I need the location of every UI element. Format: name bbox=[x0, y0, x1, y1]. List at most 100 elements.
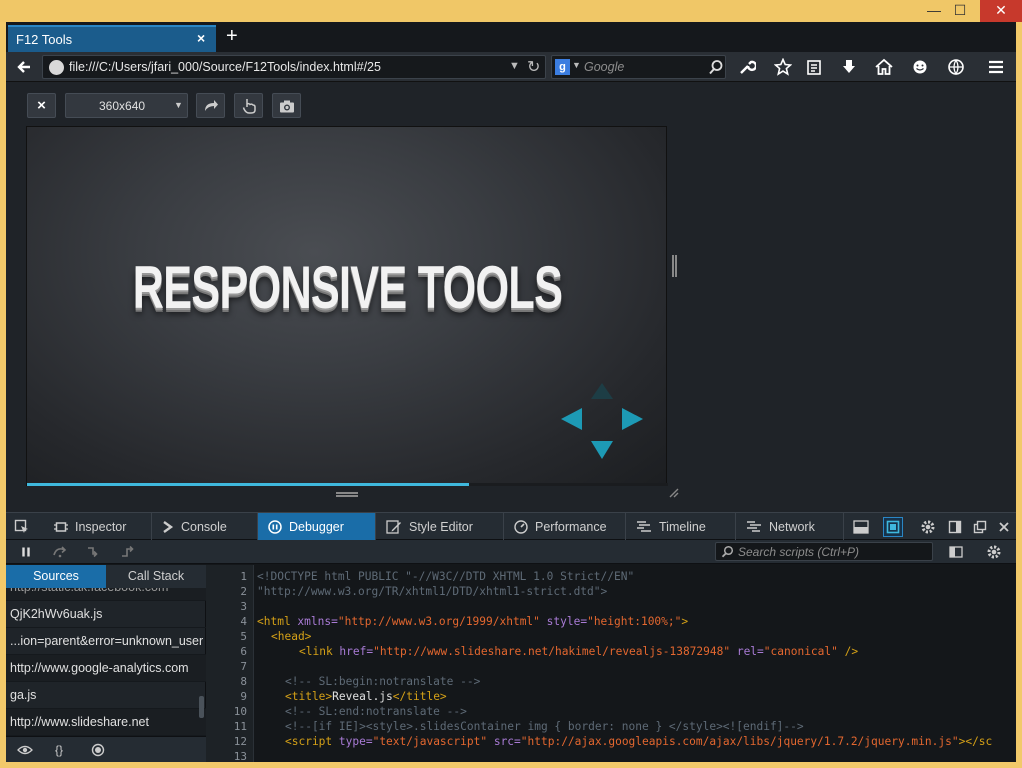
close-window-button[interactable]: ✕ bbox=[980, 0, 1022, 22]
tab-debugger-label: Debugger bbox=[289, 519, 344, 534]
rotate-icon bbox=[204, 99, 218, 111]
viewport-resize-height-handle[interactable] bbox=[336, 492, 358, 497]
tab-debugger[interactable]: Debugger bbox=[258, 513, 376, 540]
nav-down-arrow-icon[interactable] bbox=[591, 441, 613, 459]
screenshot-button[interactable] bbox=[272, 93, 301, 118]
settings-gear-icon[interactable] bbox=[918, 517, 938, 537]
dock-side-icon[interactable] bbox=[945, 517, 965, 537]
developer-globe-icon[interactable] bbox=[945, 57, 967, 77]
source-file[interactable]: QjK2hWv6uak.js bbox=[6, 601, 206, 628]
url-history-dropdown-icon[interactable]: ▼ bbox=[509, 60, 520, 72]
tab-style-editor-label: Style Editor bbox=[409, 519, 473, 534]
window-titlebar: — ☐ ✕ bbox=[0, 0, 1022, 22]
slide-title: RESPONSIVE TOOLS bbox=[132, 254, 563, 321]
step-in-button[interactable] bbox=[83, 543, 105, 561]
code-line: <!-- SL:begin:notranslate --> bbox=[285, 675, 481, 688]
sources-pane: Sources Call Stack http://static.ak.face… bbox=[6, 565, 206, 762]
menu-hamburger-icon[interactable] bbox=[985, 57, 1007, 77]
home-icon[interactable] bbox=[873, 57, 895, 77]
line-number: 6 bbox=[240, 645, 247, 658]
source-group[interactable]: http://www.google-analytics.com bbox=[6, 655, 206, 682]
reload-icon[interactable]: ↻ bbox=[527, 57, 540, 77]
search-engine-icon[interactable]: g bbox=[555, 59, 570, 75]
nav-right-arrow-icon[interactable] bbox=[622, 408, 643, 430]
tab-strip: F12 Tools × + bbox=[6, 22, 1016, 52]
search-scripts-input[interactable]: Search scripts (Ctrl+P) bbox=[715, 542, 933, 561]
viewport-size-select[interactable]: 360x640 ▼ bbox=[65, 93, 188, 118]
rotate-button[interactable] bbox=[196, 93, 225, 118]
search-engine-dropdown-icon[interactable]: ▼ bbox=[572, 60, 581, 70]
tab-console[interactable]: Console bbox=[152, 513, 258, 540]
source-group[interactable]: http://www.slideshare.net bbox=[6, 709, 206, 736]
close-responsive-button[interactable]: × bbox=[27, 93, 56, 118]
pretty-print-button[interactable]: {} bbox=[50, 742, 68, 758]
sources-scrollbar[interactable] bbox=[199, 696, 204, 718]
line-number-gutter: 1 2 3 4 5 6 7 8 9 10 11 12 13 bbox=[206, 565, 254, 762]
step-out-button[interactable] bbox=[117, 543, 139, 561]
undock-window-icon[interactable] bbox=[970, 517, 990, 537]
tab-inspector[interactable]: Inspector bbox=[44, 513, 152, 540]
line-number: 11 bbox=[233, 720, 247, 733]
viewport-resize-width-handle[interactable] bbox=[672, 255, 677, 277]
url-text[interactable]: file:///C:/Users/jfari_000/Source/F12Too… bbox=[69, 60, 381, 74]
tab-network-label: Network bbox=[769, 519, 815, 534]
search-bar[interactable]: g ▼ Google bbox=[551, 55, 726, 79]
viewport-size-value: 360x640 bbox=[99, 99, 146, 113]
search-icon[interactable] bbox=[708, 59, 724, 75]
pick-element-icon[interactable] bbox=[12, 517, 32, 537]
sources-list: http://static.ak.facebook.com QjK2hWv6ua… bbox=[6, 588, 206, 736]
search-input[interactable]: Google bbox=[584, 60, 624, 74]
back-button[interactable] bbox=[14, 57, 34, 77]
tab-performance[interactable]: Performance bbox=[504, 513, 626, 540]
tab-timeline[interactable]: Timeline bbox=[626, 513, 736, 540]
globe-icon bbox=[49, 60, 64, 75]
split-console-icon[interactable] bbox=[851, 517, 871, 537]
slide-viewport[interactable]: RESPONSIVE TOOLS bbox=[26, 126, 668, 486]
responsive-design-view: × 360x640 ▼ RESPONSIVE TOOLS bbox=[6, 83, 1016, 513]
step-in-icon bbox=[88, 547, 98, 558]
wrench-icon[interactable] bbox=[736, 57, 758, 77]
toggle-panes-button[interactable] bbox=[945, 543, 967, 561]
bookmarks-menu-icon[interactable] bbox=[803, 57, 825, 77]
gear-icon bbox=[987, 545, 1001, 559]
source-file[interactable]: ga.js bbox=[6, 682, 206, 709]
bookmark-star-icon[interactable] bbox=[772, 57, 794, 77]
new-tab-button[interactable]: + bbox=[226, 26, 238, 46]
code-line: <!DOCTYPE html PUBLIC "-//W3C//DTD XHTML… bbox=[257, 570, 635, 583]
source-group[interactable]: http://static.ak.facebook.com bbox=[6, 588, 206, 601]
debugger-options-button[interactable] bbox=[983, 543, 1005, 561]
tab-title: F12 Tools bbox=[16, 32, 73, 47]
source-file[interactable]: ...ion=parent&error=unknown_user bbox=[6, 628, 206, 655]
slide-progress-fill bbox=[27, 483, 470, 486]
url-bar[interactable]: file:///C:/Users/jfari_000/Source/F12Too… bbox=[42, 55, 546, 79]
line-number: 3 bbox=[240, 600, 247, 613]
tab-call-stack[interactable]: Call Stack bbox=[106, 565, 206, 588]
nav-left-arrow-icon[interactable] bbox=[561, 408, 582, 430]
code-line: <!-- SL:end:notranslate --> bbox=[285, 705, 467, 718]
step-over-button[interactable] bbox=[49, 543, 71, 561]
tab-inspector-label: Inspector bbox=[75, 519, 127, 534]
tab-f12-tools[interactable]: F12 Tools × bbox=[8, 25, 216, 52]
camera-icon bbox=[279, 100, 294, 112]
prompt-icon bbox=[162, 520, 174, 534]
tab-network[interactable]: Network bbox=[736, 513, 844, 540]
tab-sources[interactable]: Sources bbox=[6, 565, 106, 588]
eye-icon[interactable] bbox=[16, 742, 34, 758]
blackbox-icon[interactable] bbox=[89, 742, 107, 758]
tab-close-icon[interactable]: × bbox=[197, 30, 205, 46]
source-editor[interactable]: 1 2 3 4 5 6 7 8 9 10 11 12 13 <!DOCTYPE … bbox=[206, 565, 1016, 762]
step-out-icon bbox=[122, 546, 134, 557]
nav-up-arrow-icon[interactable] bbox=[591, 383, 613, 399]
social-smiley-icon[interactable] bbox=[909, 57, 931, 77]
tab-console-label: Console bbox=[181, 519, 227, 534]
search-scripts-placeholder: Search scripts (Ctrl+P) bbox=[738, 545, 860, 559]
downloads-icon[interactable] bbox=[838, 57, 860, 77]
responsive-mode-icon[interactable] bbox=[883, 517, 903, 537]
close-devtools-icon[interactable] bbox=[994, 517, 1014, 537]
touch-simulation-button[interactable] bbox=[234, 93, 263, 118]
tab-style-editor[interactable]: Style Editor bbox=[376, 513, 504, 540]
viewport-resize-corner-icon[interactable] bbox=[667, 486, 679, 498]
maximize-button[interactable]: ☐ bbox=[944, 0, 976, 22]
pause-button[interactable] bbox=[15, 543, 37, 561]
line-number: 12 bbox=[233, 735, 247, 748]
